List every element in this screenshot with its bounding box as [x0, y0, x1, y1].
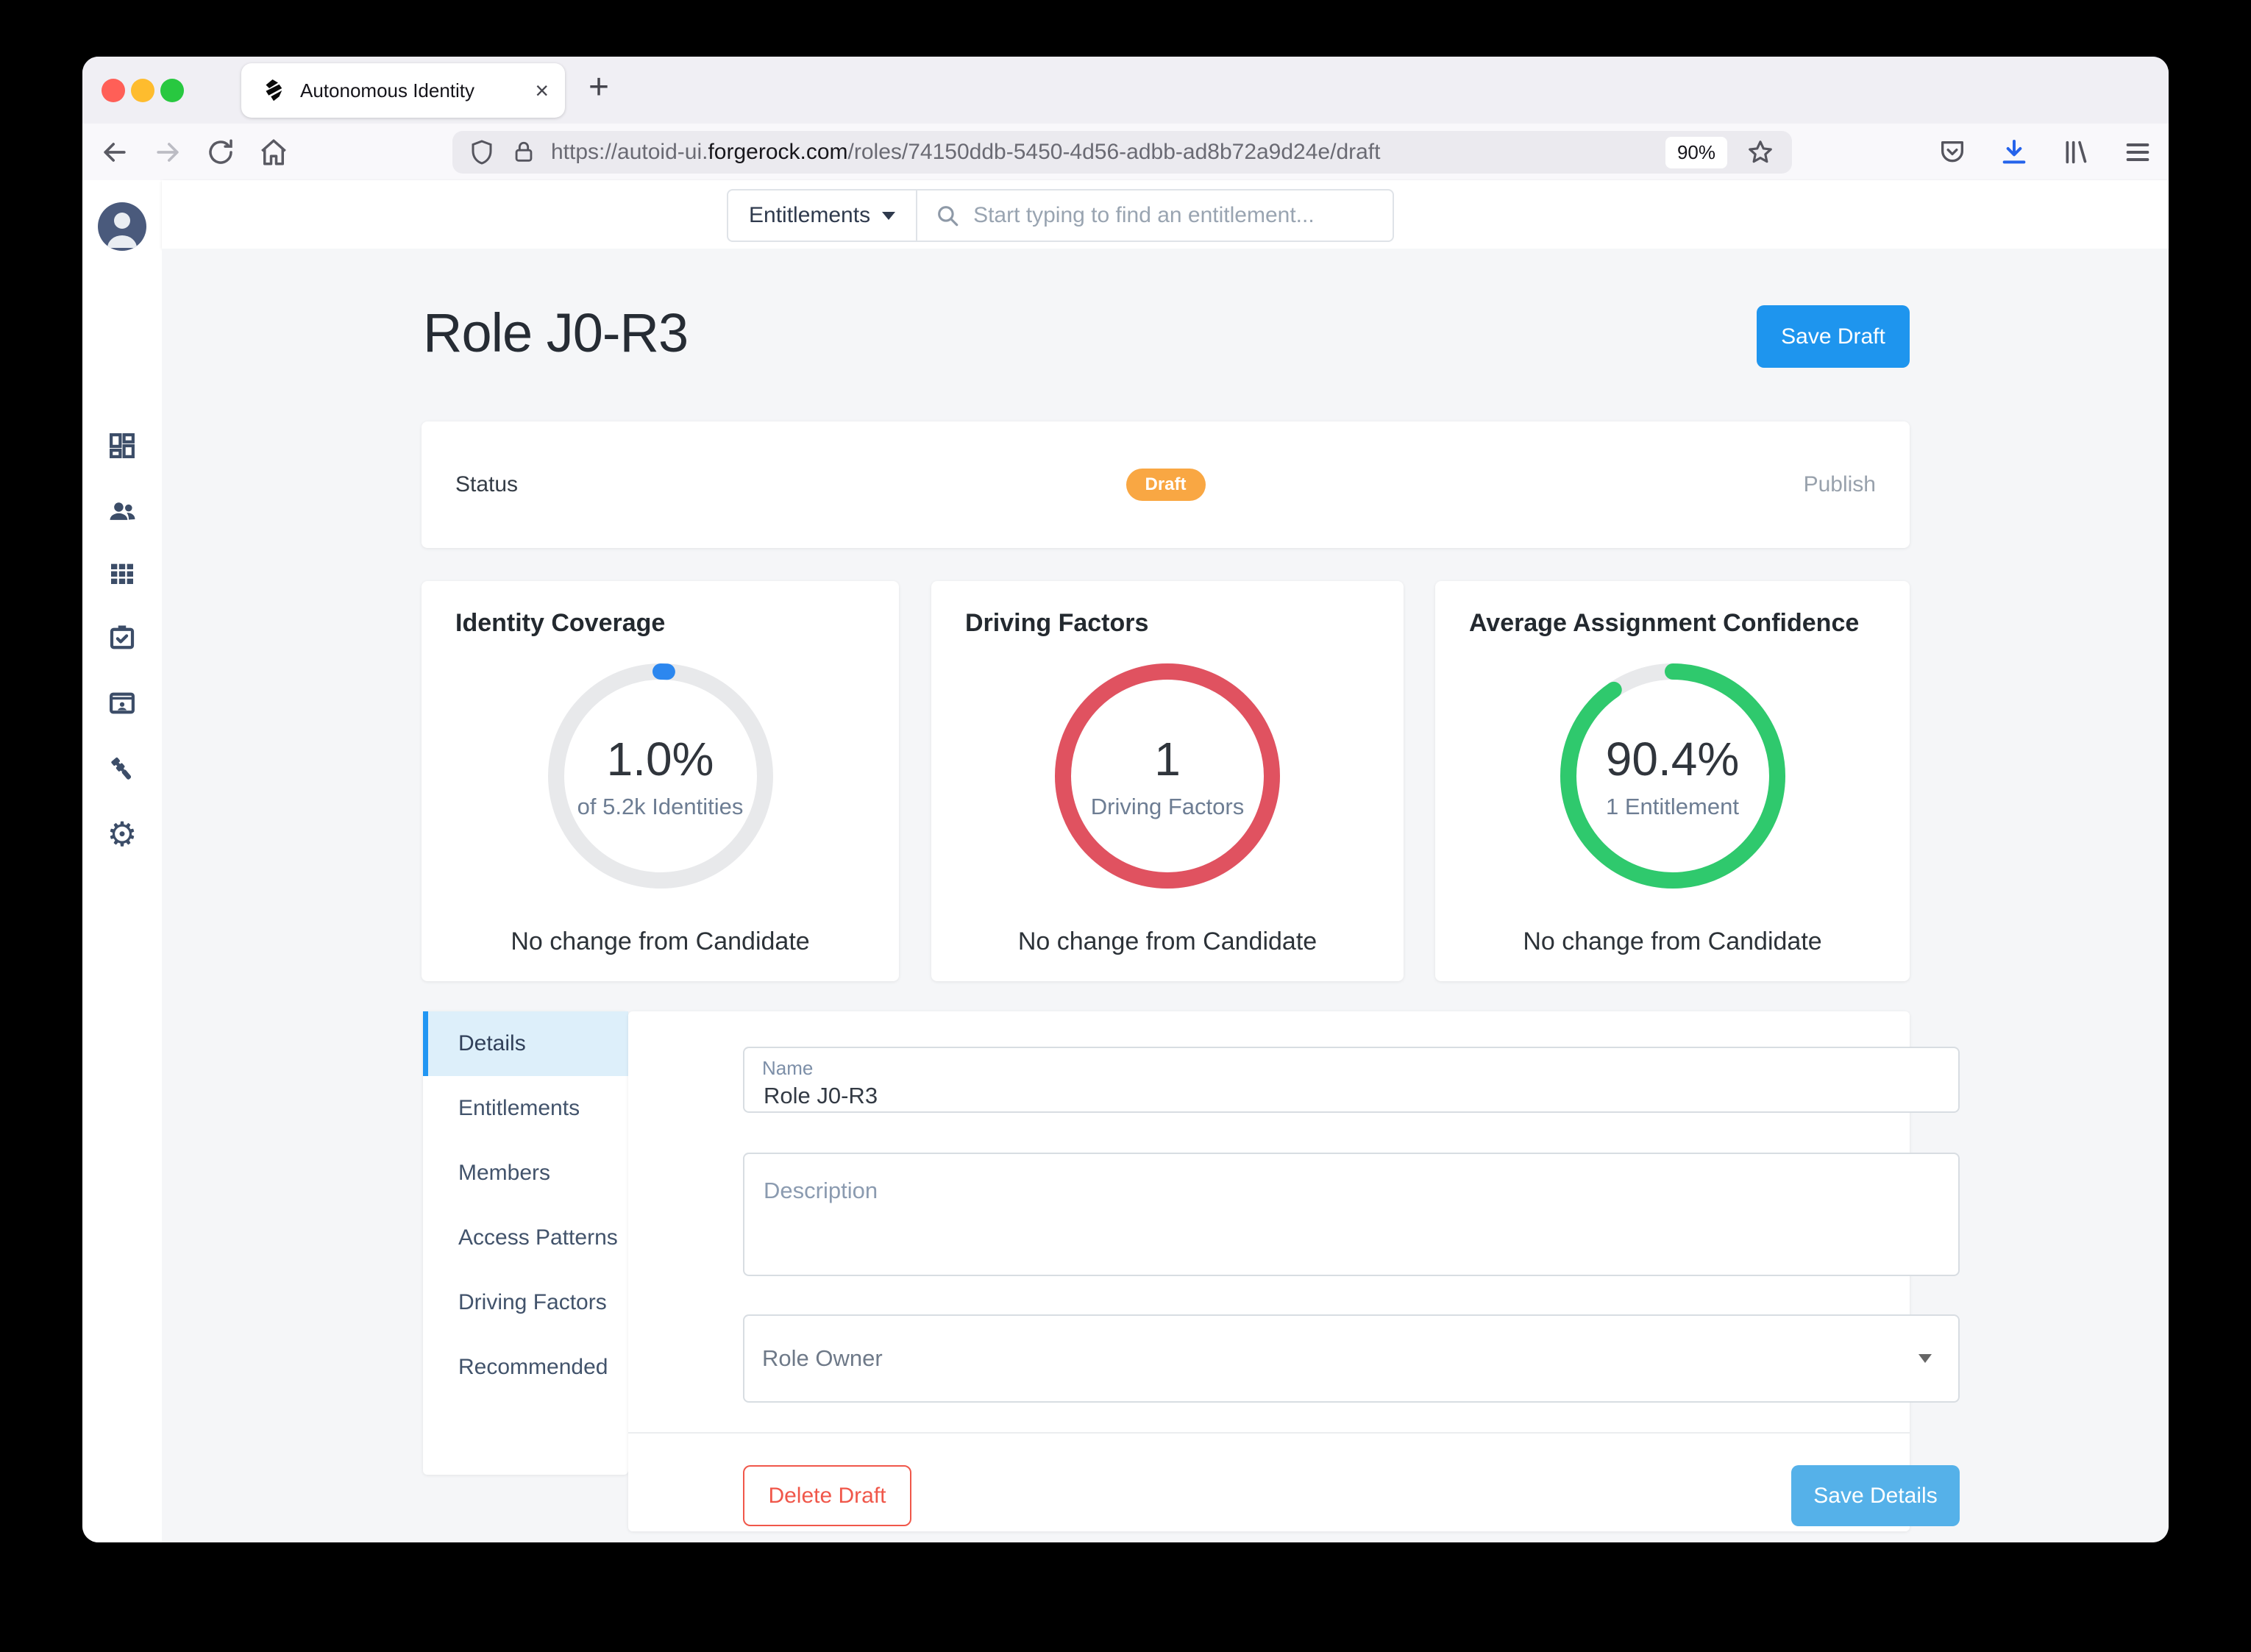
- search-input[interactable]: [972, 202, 1375, 229]
- assignment-confidence-donut: 90.4% 1 Entitlement: [1560, 663, 1785, 889]
- sidebar-dashboard-icon[interactable]: [82, 430, 162, 461]
- library-icon[interactable]: [2061, 138, 2091, 167]
- sidebar-settings-gear-icon[interactable]: ⚙: [82, 817, 162, 851]
- page-content: Role J0-R3 Save Draft Status Draft Publi…: [162, 249, 2169, 1542]
- delete-draft-button[interactable]: Delete Draft: [743, 1465, 911, 1526]
- assignment-confidence-card: Average Assignment Confidence 90.4% 1 En…: [1435, 581, 1910, 981]
- role-owner-select[interactable]: Role Owner: [743, 1314, 1960, 1403]
- tab-driving-factors[interactable]: Driving Factors: [423, 1270, 628, 1335]
- sidebar-applications-icon[interactable]: [82, 559, 162, 588]
- tab-members[interactable]: Members: [423, 1141, 628, 1206]
- sidebar-rules-gavel-icon[interactable]: [82, 753, 162, 786]
- search-type-label: Entitlements: [749, 203, 871, 227]
- identity-coverage-card: Identity Coverage 1.0% of 5.2k Identitie…: [422, 581, 899, 981]
- search-field-wrap: [917, 191, 1393, 241]
- entitlement-search-group: Entitlements: [727, 189, 1394, 242]
- donut-sublabel: of 5.2k Identities: [577, 794, 744, 819]
- tab-close-icon[interactable]: ×: [535, 79, 549, 102]
- traffic-light-zoom[interactable]: [160, 79, 184, 102]
- avatar[interactable]: [98, 202, 146, 251]
- tab-entitlements[interactable]: Entitlements: [423, 1076, 628, 1141]
- lock-icon[interactable]: [511, 140, 536, 165]
- browser-tab-bar: Autonomous Identity × +: [82, 57, 2169, 124]
- forgerock-logo-icon: [260, 77, 287, 104]
- card-note: No change from Candidate: [1523, 928, 1822, 955]
- bookmark-star-icon[interactable]: [1746, 138, 1774, 166]
- forward-icon[interactable]: [147, 124, 188, 180]
- traffic-light-minimize[interactable]: [131, 79, 154, 102]
- tab-title: Autonomous Identity: [300, 79, 475, 102]
- browser-tab[interactable]: Autonomous Identity ×: [241, 63, 565, 118]
- role-owner-label: Role Owner: [762, 1345, 883, 1371]
- tracking-shield-icon[interactable]: [469, 139, 495, 165]
- name-input[interactable]: [762, 1082, 1868, 1110]
- detail-tabs: Details Entitlements Members Access Patt…: [423, 1011, 628, 1475]
- url-bar[interactable]: https://autoid-ui.forgerock.com/roles/74…: [452, 131, 1792, 174]
- toolbar-right-icons: [1938, 124, 2152, 180]
- chevron-down-icon: [1918, 1354, 1932, 1363]
- save-details-button[interactable]: Save Details: [1791, 1465, 1960, 1526]
- app-header: Entitlements: [162, 180, 2169, 249]
- url-prefix: https://autoid-ui.: [551, 140, 708, 164]
- donut-value: 90.4%: [1605, 733, 1740, 786]
- status-badge: Draft: [1126, 469, 1206, 501]
- url-domain: forgerock.com: [708, 140, 848, 164]
- home-icon[interactable]: [253, 124, 294, 180]
- url-text: https://autoid-ui.forgerock.com/roles/74…: [551, 140, 1665, 165]
- chevron-down-icon: [882, 211, 896, 220]
- save-draft-button[interactable]: Save Draft: [1757, 305, 1910, 368]
- app-sidebar: ⚙: [82, 180, 163, 1542]
- pocket-icon[interactable]: [1938, 138, 1967, 167]
- back-icon[interactable]: [94, 124, 135, 180]
- card-title: Identity Coverage: [455, 609, 666, 637]
- card-note: No change from Candidate: [1017, 928, 1317, 955]
- menu-hamburger-icon[interactable]: [2123, 138, 2152, 167]
- publish-link[interactable]: Publish: [1804, 472, 1876, 497]
- page-title: Role J0-R3: [423, 302, 689, 363]
- tab-details[interactable]: Details: [423, 1011, 628, 1076]
- driving-factors-donut: 1 Driving Factors: [1055, 663, 1280, 889]
- description-input[interactable]: [762, 1176, 1927, 1260]
- donut-sublabel: 1 Entitlement: [1606, 794, 1739, 819]
- identity-coverage-donut: 1.0% of 5.2k Identities: [547, 663, 773, 889]
- name-field-label: Name: [762, 1057, 814, 1079]
- donut-sublabel: Driving Factors: [1090, 794, 1245, 819]
- name-field: Name: [743, 1047, 1960, 1113]
- card-title: Driving Factors: [965, 609, 1149, 637]
- card-note: No change from Candidate: [511, 928, 810, 955]
- details-form-card: Name Role Owner Delete Draft Save Detail…: [628, 1011, 1960, 1531]
- traffic-light-close[interactable]: [102, 79, 125, 102]
- description-field: [743, 1153, 1960, 1276]
- status-label: Status: [455, 472, 519, 496]
- status-card: Status Draft Publish: [422, 421, 1910, 548]
- downloads-icon[interactable]: [1999, 138, 2029, 167]
- reload-icon[interactable]: [200, 124, 241, 180]
- form-divider: [628, 1432, 1910, 1434]
- search-type-dropdown[interactable]: Entitlements: [728, 191, 918, 241]
- donut-value: 1: [1154, 733, 1181, 786]
- sidebar-tasks-icon[interactable]: [82, 623, 162, 654]
- url-path: /roles/74150ddb-5450-4d56-adbb-ad8b72a9d…: [847, 140, 1381, 164]
- sidebar-identities-icon[interactable]: [82, 495, 162, 527]
- search-icon: [935, 203, 960, 228]
- donut-value: 1.0%: [606, 733, 714, 786]
- zoom-level-badge[interactable]: 90%: [1665, 136, 1727, 168]
- browser-toolbar: https://autoid-ui.forgerock.com/roles/74…: [82, 124, 2169, 182]
- sidebar-entitlements-icon[interactable]: [82, 688, 162, 719]
- browser-window: Autonomous Identity × + https://autoid-u…: [82, 57, 2169, 1542]
- tab-recommended[interactable]: Recommended: [423, 1335, 628, 1400]
- card-title: Average Assignment Confidence: [1469, 609, 1860, 637]
- tab-access-patterns[interactable]: Access Patterns: [423, 1206, 628, 1270]
- driving-factors-card: Driving Factors 1 Driving Factors No cha…: [931, 581, 1404, 981]
- new-tab-button[interactable]: +: [588, 67, 609, 107]
- screenshot-stage: Autonomous Identity × + https://autoid-u…: [0, 0, 2251, 1652]
